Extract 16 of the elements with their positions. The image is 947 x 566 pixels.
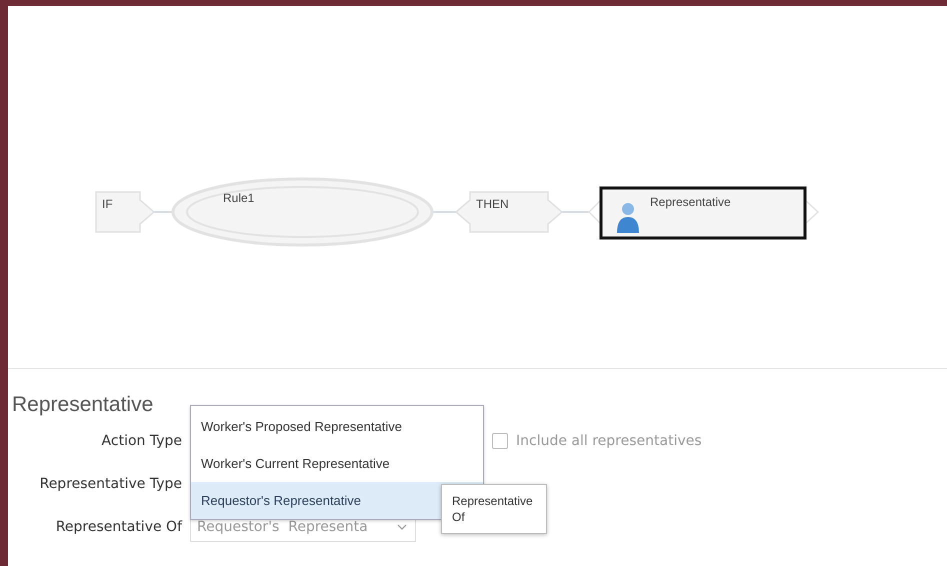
field-label: Representative Of [54, 518, 182, 537]
dropdown-option[interactable]: Worker's Proposed Representative [191, 408, 483, 445]
connector-line [562, 211, 589, 213]
field-label: Action Type [100, 432, 182, 451]
section-title: Representative [12, 393, 154, 417]
connector-line [432, 211, 456, 213]
tooltip: Representative Of [441, 484, 547, 534]
then-node[interactable]: THEN [454, 191, 564, 233]
checkbox[interactable] [492, 433, 508, 449]
if-node[interactable]: IF [95, 191, 156, 233]
chevron-icon [397, 524, 407, 530]
checkbox-label: Include all representatives [516, 433, 702, 449]
connector-line [154, 211, 173, 213]
dropdown-option[interactable]: Worker's Current Representative [191, 445, 483, 482]
person-icon [617, 203, 639, 233]
field-label: Representative Type [38, 475, 182, 494]
